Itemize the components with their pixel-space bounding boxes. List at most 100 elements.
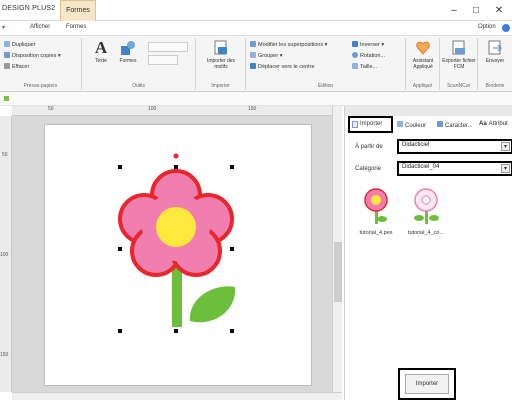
ruler-label: 100 [148,106,157,112]
group-importer: Importer des motifs Importer [196,38,246,90]
texte-button[interactable]: A Texte [90,38,112,64]
tab-caracteres[interactable]: Caracter... [437,121,473,129]
text-a-icon: A [94,38,108,57]
a-partir-de-label: À partir de [355,144,383,150]
flower-thumbnail-icon [364,188,388,224]
resize-icon [352,63,358,69]
dupliquer-button[interactable]: Dupliquer [4,41,36,48]
a-partir-de-select[interactable]: Didacticiel ▾ [397,139,512,154]
send-icon [487,40,503,56]
group-label-outils: Outils [132,83,145,89]
minimize-button[interactable]: – [444,3,464,18]
ruler-label: 50 [2,152,8,158]
import-patterns-icon [213,40,229,56]
ribbon: Dupliquer Disposition copies ▾ Effacer P… [0,36,512,92]
group-label-scancut: ScanNCut [447,83,470,89]
group-edition: Modifier les superpositions ▾ Grouper ▾ … [246,38,406,90]
group-label-applique: Appliqué [412,83,433,89]
group-icon [250,52,256,58]
ruler-label: 150 [248,106,257,112]
ruler-label: 50 [48,106,54,112]
leaf-shape[interactable] [189,286,236,323]
group-label-edition: Edition [317,83,334,89]
stem-shape[interactable] [172,265,182,327]
importer-motifs-button[interactable]: Importer des motifs [201,40,241,70]
ribbon-tabs: ▾ Afficher Formes Option [0,21,512,36]
modifier-superpositions-button[interactable]: Modifier les superpositions ▾ [250,41,327,48]
export-fcm-icon [451,40,467,56]
group-outils: A Texte Formes Outils [82,38,196,90]
tab-afficher[interactable]: Afficher [30,24,50,30]
group-label-broderie: Broderie [485,83,505,89]
group-scancut: Exporter fichier FCM ScanNCut [440,38,478,90]
chevron-down-icon[interactable]: ▾ [501,164,510,173]
attribute-tab-icon: Aa [479,121,487,127]
maximize-button[interactable]: □ [466,3,486,18]
thumbnail-caption: tutorial_4_co... [407,230,445,236]
import-tab-icon [352,121,358,128]
panel-header [345,106,512,116]
context-tab-formes[interactable]: Formes [60,0,96,21]
heart-icon [415,40,431,56]
taille-button[interactable]: Taille... [352,63,377,70]
group-broderie: Envoyer Broderie [478,38,512,90]
effacer-button[interactable]: Effacer [4,63,29,70]
group-applique: Assistant Appliqué Appliqué [406,38,440,90]
rotate-handle[interactable] [173,153,179,159]
tab-couleur[interactable]: Couleur [397,121,426,129]
erase-icon [4,63,10,69]
grid-toggle-icon[interactable] [4,96,9,101]
deplacer-centre-button[interactable]: Déplacer vers le centre [250,63,315,70]
horizontal-scrollbar[interactable] [12,392,342,400]
categorie-select[interactable]: Didacticiel_04 ▾ [397,161,512,176]
thumbnail-item[interactable]: tutorial_4.pes [351,186,401,240]
inverser-button[interactable]: Inverser ▾ [352,41,384,48]
thumbnail-caption: tutorial_4.pes [359,230,393,236]
ruler-label: 150 [0,352,9,358]
categorie-label: Catégorie [355,166,382,172]
disposition-copies-button[interactable]: Disposition copies ▾ [4,52,61,59]
color-tab-icon [397,121,403,127]
exporter-fcm-button[interactable]: Exporter fichier FCM [442,40,476,70]
envoyer-button[interactable]: Envoyer [480,40,510,64]
tab-formes[interactable]: Formes [66,24,86,30]
help-icon[interactable] [502,24,510,32]
categorie-value: Didacticiel_04 [402,164,440,170]
flower-center-shape[interactable] [156,207,196,247]
pan-tools-icon[interactable] [148,55,178,65]
tab-attribut[interactable]: Aa Attribut [479,121,508,127]
rotation-button[interactable]: Rotation... [352,52,385,59]
chevron-down-icon[interactable]: ▾ [501,142,510,151]
flower-design[interactable] [45,125,313,387]
layers-icon [250,41,256,47]
file-menu-icon[interactable]: ▾ [2,24,5,31]
group-presse-papiers: Dupliquer Disposition copies ▾ Effacer P… [0,38,82,90]
rotate-icon [352,52,358,58]
horizontal-ruler: 50 100 150 [12,106,342,116]
shapes-icon [120,40,136,56]
option-menu[interactable]: Option [478,24,496,30]
thumbnail-item[interactable]: tutorial_4_co... [401,186,451,240]
layout-copies-icon [4,52,10,58]
assistant-applique-button[interactable]: Assistant Appliqué [407,40,439,70]
vertical-scrollbar[interactable] [332,106,342,392]
importer-button[interactable]: Importer [405,374,449,394]
design-page[interactable] [44,124,312,386]
title-bar: DESIGN PLUS2 Formes – □ ✕ [0,0,512,21]
flower-outline-thumbnail-icon [414,188,439,224]
import-panel: Importer Couleur Caracter... Aa Attribut … [344,106,512,400]
quick-access-strip [0,92,512,106]
zoom-tools-icon[interactable] [148,42,188,52]
app-title: DESIGN PLUS2 [2,5,56,12]
close-button[interactable]: ✕ [489,3,509,18]
a-partir-de-value: Didacticiel [402,142,430,148]
formes-button[interactable]: Formes [116,40,140,64]
grouper-button[interactable]: Grouper ▾ [250,52,282,59]
pattern-thumbnail-list: tutorial_4.pes tutorial_4_co... [349,182,509,362]
import-button-frame: Importer [398,368,456,400]
group-label-importer: Importer [211,83,230,89]
tab-importer[interactable]: Importer [348,116,393,133]
design-workspace[interactable] [12,116,342,392]
vertical-scroll-thumb[interactable] [334,242,342,302]
duplicate-icon [4,41,10,47]
